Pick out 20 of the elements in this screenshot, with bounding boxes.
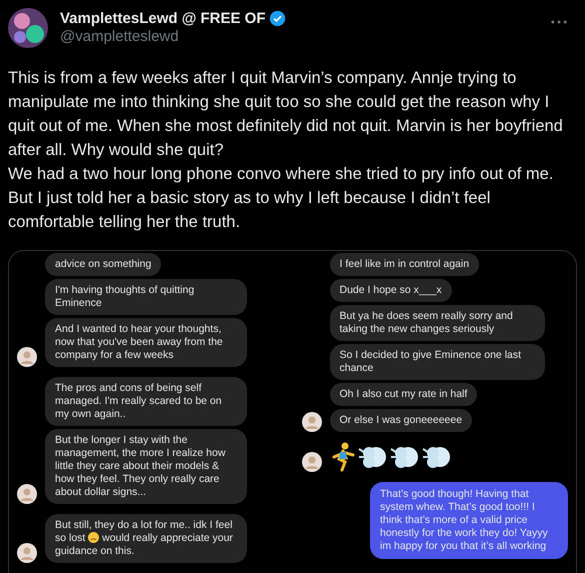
message-bubble: So I decided to give Eminence one last chance — [330, 344, 544, 380]
message-bubble: But the longer I stay with the management, the more I realize how little they care about their models & how they feel. They only really care about dollar signs... — [45, 429, 247, 504]
message-bubble: Dude I hope so x___x — [330, 279, 452, 302]
profile-avatar[interactable] — [8, 8, 48, 48]
sad-face-emoji-icon — [88, 532, 100, 543]
message-bubble: But still, they do a lot for me.. idk I feel so lost would really appreciate your guidance on this. — [45, 514, 247, 563]
message-bubble: The pros and cons of being self managed. I'm really scared to be on my own again.. — [45, 377, 247, 426]
display-name[interactable]: VamplettesLewd @ FREE OF — [60, 10, 266, 27]
message-bubble: But ya he does seem really sorry and taking the new changes seriously — [330, 305, 544, 341]
message-bubble: Oh I also cut my rate in half — [330, 383, 478, 406]
message-bubble: Or else I was goneeeeeee — [330, 409, 472, 432]
message-bubble: That’s good though! Having that system whew. That’s good too!!! I think that’s more of a valid price honestly for the work they do! Yayyy im happy for you that it’s all working — [370, 482, 568, 559]
more-icon[interactable] — [551, 20, 567, 24]
message-bubble: advice on something — [45, 253, 162, 276]
post-text: This is from a few weeks after I quit Marvin’s company. Annje trying to manipulate me into thinking she quit too so she could get the reason why I quit out of me. When she most definitely did not quit. Marvin is her boyfriend after all. Why would she quit? We had a two hour long phone convo where she tried to pry info out of me. But I just told her a basic story as to why I left because I didn’t feel comfortable telling her the truth. — [8, 68, 564, 233]
user-handle[interactable]: @vampletteslewd — [60, 28, 551, 45]
message-bubble: I'm having thoughts of quitting Eminence — [45, 279, 247, 315]
runner-emoji-icon — [330, 442, 356, 472]
message-bubble: And I wanted to hear your thoughts, now that you've been away from the company for a few weeks — [45, 318, 247, 367]
message-bubble: I feel like im in control again — [330, 253, 480, 276]
